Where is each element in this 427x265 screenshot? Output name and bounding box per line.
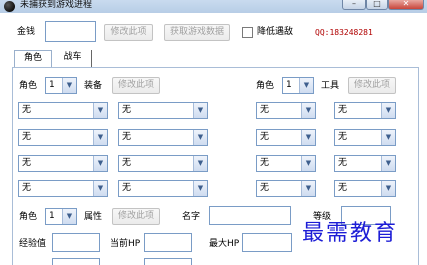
maximize-icon: □ (373, 0, 381, 8)
chevron-down-icon: ▼ (193, 130, 207, 145)
chevron-down-icon: ▼ (301, 181, 315, 196)
title-bar: 未捕获到游戏进程 – □ ✕ (0, 0, 427, 13)
select-value: 无 (338, 105, 348, 115)
equip-select-4a[interactable]: 无 ▼ (18, 180, 108, 197)
select-value: 无 (22, 132, 32, 142)
tool-select-1a[interactable]: 无 ▼ (256, 102, 316, 119)
tab-vehicle[interactable]: 战车 (54, 50, 92, 67)
money-input[interactable] (45, 21, 96, 42)
equip-role-label: 角色 (19, 81, 38, 91)
watermark-text: 最需教育 (302, 221, 399, 246)
chevron-down-icon: ▼ (62, 78, 76, 93)
attr-role-select[interactable]: 1 ▼ (45, 208, 77, 225)
attr-role-value: 1 (49, 211, 55, 221)
name-label: 名字 (182, 212, 201, 222)
chevron-down-icon: ▼ (193, 156, 207, 171)
select-value: 无 (260, 183, 270, 193)
chevron-down-icon: ▼ (193, 103, 207, 118)
chevron-down-icon: ▼ (299, 78, 313, 93)
chevron-down-icon: ▼ (93, 181, 107, 196)
attr-label: 属性 (84, 212, 103, 222)
chevron-down-icon: ▼ (301, 156, 315, 171)
exp-label: 经验值 (19, 239, 47, 249)
equip-select-3b[interactable]: 无 ▼ (118, 155, 208, 172)
money-label: 金钱 (17, 27, 36, 37)
tool-select-4a[interactable]: 无 ▼ (256, 180, 316, 197)
tool-select-3b[interactable]: 无 ▼ (334, 155, 396, 172)
app-icon (4, 1, 15, 12)
tools-role-select[interactable]: 1 ▼ (282, 77, 314, 94)
select-value: 无 (122, 105, 132, 115)
equip-label: 装备 (84, 81, 103, 91)
tool-select-3a[interactable]: 无 ▼ (256, 155, 316, 172)
chevron-down-icon: ▼ (301, 130, 315, 145)
minimize-icon: – (352, 0, 356, 8)
close-icon: ✕ (402, 0, 410, 8)
select-value: 无 (260, 158, 270, 168)
modify-equip-button[interactable]: 修改此项 (112, 77, 160, 94)
exp-input[interactable] (52, 233, 100, 252)
select-value: 无 (338, 158, 348, 168)
select-value: 无 (338, 183, 348, 193)
minimize-button[interactable]: – (342, 0, 366, 10)
chevron-down-icon: ▼ (193, 181, 207, 196)
select-value: 无 (22, 105, 32, 115)
select-value: 无 (122, 132, 132, 142)
chevron-down-icon: ▼ (381, 181, 395, 196)
chevron-down-icon: ▼ (62, 209, 76, 224)
equip-select-1a[interactable]: 无 ▼ (18, 102, 108, 119)
chevron-down-icon: ▼ (381, 156, 395, 171)
modify-tools-button[interactable]: 修改此项 (348, 77, 396, 94)
tools-role-label: 角色 (256, 81, 275, 91)
equip-select-3a[interactable]: 无 ▼ (18, 155, 108, 172)
tool-select-2a[interactable]: 无 ▼ (256, 129, 316, 146)
maxhp-label: 最大HP (209, 239, 240, 249)
equip-select-4b[interactable]: 无 ▼ (118, 180, 208, 197)
tab-role[interactable]: 角色 (14, 50, 52, 67)
lower-encounter-checkbox[interactable] (242, 27, 253, 38)
select-value: 无 (260, 132, 270, 142)
modify-money-button[interactable]: 修改此项 (104, 24, 153, 41)
chevron-down-icon: ▼ (301, 103, 315, 118)
equip-role-value: 1 (49, 80, 55, 90)
select-value: 无 (122, 183, 132, 193)
window-title: 未捕获到游戏进程 (20, 0, 93, 10)
extra-input-1[interactable] (52, 258, 100, 265)
chevron-down-icon: ▼ (93, 156, 107, 171)
select-value: 无 (22, 183, 32, 193)
chevron-down-icon: ▼ (381, 103, 395, 118)
tool-select-2b[interactable]: 无 ▼ (334, 129, 396, 146)
chevron-down-icon: ▼ (93, 103, 107, 118)
maxhp-input[interactable] (242, 233, 292, 252)
tools-role-value: 1 (286, 80, 292, 90)
tool-select-1b[interactable]: 无 ▼ (334, 102, 396, 119)
maximize-button[interactable]: □ (366, 0, 388, 10)
hp-input[interactable] (144, 233, 192, 252)
equip-role-select[interactable]: 1 ▼ (45, 77, 77, 94)
name-input[interactable] (209, 206, 291, 225)
chevron-down-icon: ▼ (381, 130, 395, 145)
equip-select-1b[interactable]: 无 ▼ (118, 102, 208, 119)
hp-label: 当前HP (110, 239, 141, 249)
lower-encounter-label: 降低遇敌 (257, 27, 294, 37)
equip-select-2a[interactable]: 无 ▼ (18, 129, 108, 146)
modify-attr-button[interactable]: 修改此项 (112, 208, 160, 225)
select-value: 无 (260, 105, 270, 115)
tools-label: 工具 (321, 81, 340, 91)
select-value: 无 (22, 158, 32, 168)
select-value: 无 (338, 132, 348, 142)
close-button[interactable]: ✕ (388, 0, 424, 10)
extra-input-2[interactable] (144, 258, 192, 265)
chevron-down-icon: ▼ (93, 130, 107, 145)
attr-role-label: 角色 (19, 212, 38, 222)
tool-select-4b[interactable]: 无 ▼ (334, 180, 396, 197)
select-value: 无 (122, 158, 132, 168)
fetch-game-data-button[interactable]: 获取游戏数据 (164, 24, 230, 41)
qq-text: QQ:183248281 (315, 28, 373, 37)
equip-select-2b[interactable]: 无 ▼ (118, 129, 208, 146)
